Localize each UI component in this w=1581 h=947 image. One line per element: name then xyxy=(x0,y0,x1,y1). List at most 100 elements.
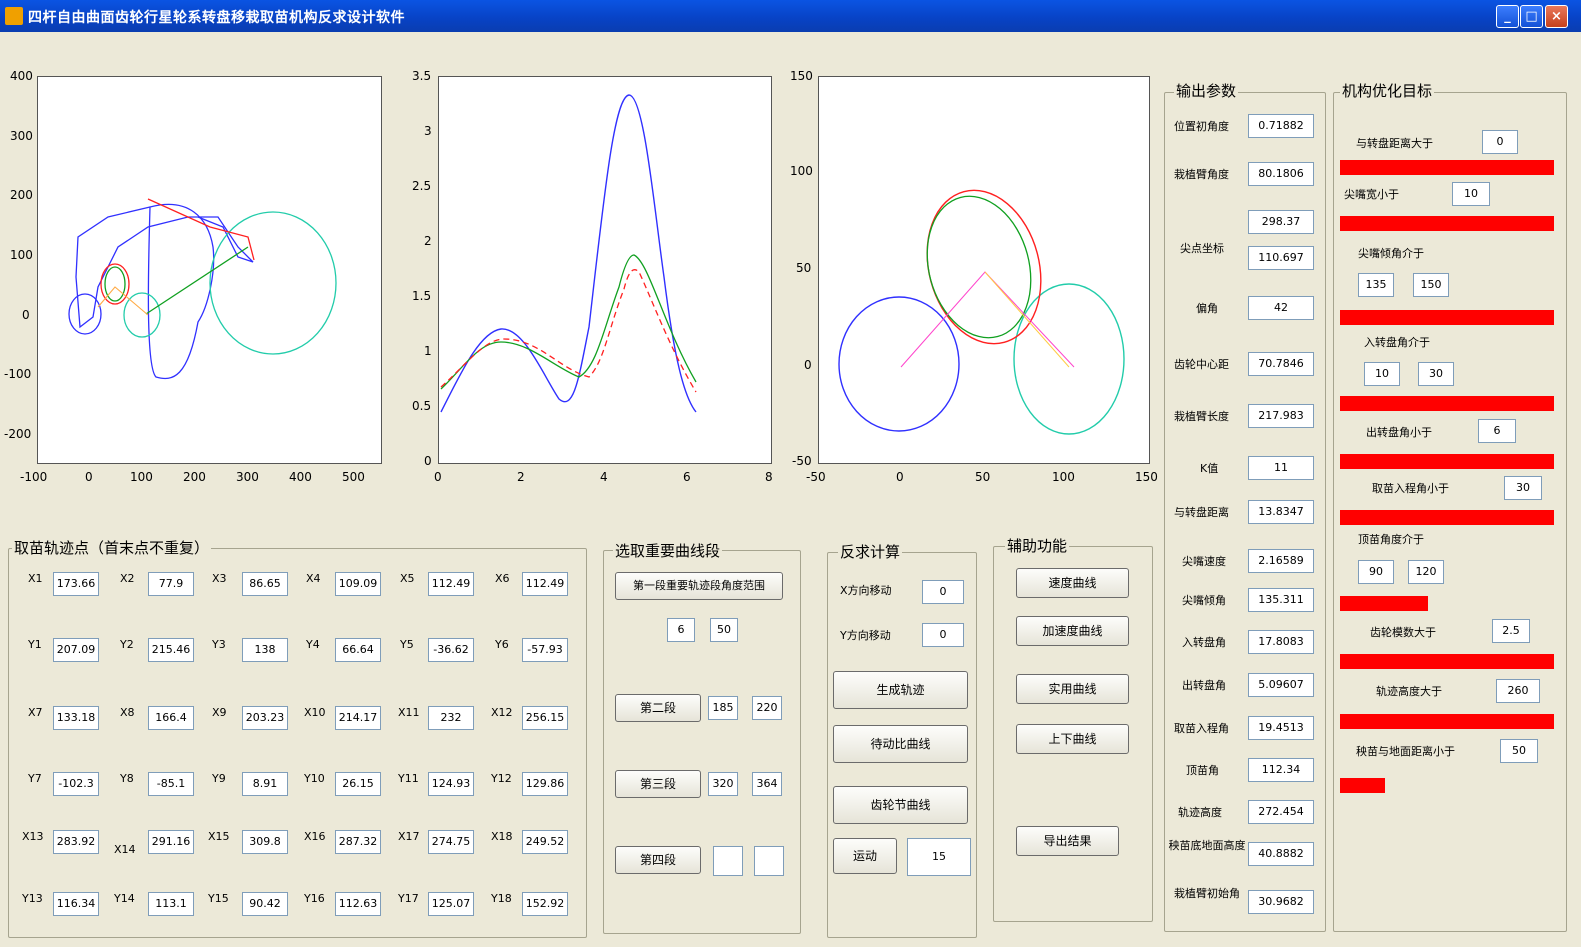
point-field[interactable]: 287.32 xyxy=(335,830,381,854)
point-field[interactable]: 215.46 xyxy=(148,638,194,662)
point-field[interactable]: 283.92 xyxy=(53,830,99,854)
segment2-start-field[interactable]: 185 xyxy=(708,696,738,720)
point-field[interactable]: 138 xyxy=(242,638,288,662)
point-field[interactable]: 232 xyxy=(428,706,474,730)
point-field[interactable]: 152.92 xyxy=(522,892,568,916)
point-field[interactable]: 116.34 xyxy=(53,892,99,916)
point-field[interactable]: -57.93 xyxy=(522,638,568,662)
point-field[interactable]: 26.15 xyxy=(335,772,381,796)
point-field[interactable]: 66.64 xyxy=(335,638,381,662)
output-label: 栽植臂初始角 xyxy=(1174,887,1240,900)
second-segment-button[interactable]: 第二段 xyxy=(615,694,701,722)
output-value[interactable]: 17.8083 xyxy=(1248,630,1314,654)
point-field[interactable]: 133.18 xyxy=(53,706,99,730)
point-label: X5 xyxy=(400,572,415,585)
gear-pitch-curve-button[interactable]: 齿轮节曲线 xyxy=(833,786,968,824)
output-value[interactable]: 70.7846 xyxy=(1248,352,1314,376)
close-button[interactable]: × xyxy=(1545,5,1568,28)
output-value[interactable]: 110.697 xyxy=(1248,246,1314,270)
point-field[interactable]: 129.86 xyxy=(522,772,568,796)
point-field[interactable]: 112.49 xyxy=(522,572,568,596)
output-value[interactable]: 298.37 xyxy=(1248,210,1314,234)
point-field[interactable]: 166.4 xyxy=(148,706,194,730)
point-field[interactable]: 113.1 xyxy=(148,892,194,916)
point-field[interactable]: 112.63 xyxy=(335,892,381,916)
animate-step-field[interactable]: 15 xyxy=(907,838,971,876)
goal-value[interactable]: 6 xyxy=(1478,419,1516,443)
point-field[interactable]: 86.65 xyxy=(242,572,288,596)
point-field[interactable]: 309.8 xyxy=(242,830,288,854)
x-shift-field[interactable]: 0 xyxy=(922,580,964,604)
point-field[interactable]: 256.15 xyxy=(522,706,568,730)
point-field[interactable]: 124.93 xyxy=(428,772,474,796)
point-field[interactable]: 112.49 xyxy=(428,572,474,596)
segment1-start-field[interactable]: 6 xyxy=(667,618,695,642)
segment1-end-field[interactable]: 50 xyxy=(710,618,738,642)
point-field[interactable]: -85.1 xyxy=(148,772,194,796)
goal-value[interactable]: 30 xyxy=(1504,476,1542,500)
output-value[interactable]: 135.311 xyxy=(1248,588,1314,612)
point-field[interactable]: 90.42 xyxy=(242,892,288,916)
animate-button[interactable]: 运动 xyxy=(833,838,897,874)
generate-trajectory-button[interactable]: 生成轨迹 xyxy=(833,671,968,709)
output-value[interactable]: 80.1806 xyxy=(1248,162,1314,186)
y-shift-field[interactable]: 0 xyxy=(922,623,964,647)
segment3-end-field[interactable]: 364 xyxy=(752,772,782,796)
first-segment-range-button[interactable]: 第一段重要轨迹段角度范围 xyxy=(615,572,783,600)
output-value[interactable]: 40.8882 xyxy=(1248,842,1314,866)
practical-curve-button[interactable]: 实用曲线 xyxy=(1016,674,1129,704)
point-label: X7 xyxy=(28,706,43,719)
window-title: 四杆自由曲面齿轮行星轮系转盘移栽取苗机构反求设计软件 xyxy=(28,10,405,26)
output-value[interactable]: 2.16589 xyxy=(1248,549,1314,573)
fourth-segment-button[interactable]: 第四段 xyxy=(615,846,701,874)
output-value[interactable]: 5.09607 xyxy=(1248,673,1314,697)
goal-value-max[interactable]: 120 xyxy=(1408,560,1444,584)
output-value[interactable]: 42 xyxy=(1248,296,1314,320)
output-value[interactable]: 272.454 xyxy=(1248,800,1314,824)
point-field[interactable]: 203.23 xyxy=(242,706,288,730)
output-value[interactable]: 0.71882 xyxy=(1248,114,1314,138)
segment4-start-field[interactable] xyxy=(713,846,743,876)
goal-value-max[interactable]: 30 xyxy=(1418,362,1454,386)
goal-value-min[interactable]: 135 xyxy=(1358,273,1394,297)
point-field[interactable]: 214.17 xyxy=(335,706,381,730)
point-field[interactable]: -102.3 xyxy=(53,772,99,796)
goal-value-min[interactable]: 10 xyxy=(1364,362,1400,386)
output-value[interactable]: 11 xyxy=(1248,456,1314,480)
minimize-button[interactable]: _ xyxy=(1496,5,1519,28)
output-value[interactable]: 30.9682 xyxy=(1248,890,1314,914)
goal-value[interactable]: 10 xyxy=(1452,182,1490,206)
output-value[interactable]: 13.8347 xyxy=(1248,500,1314,524)
point-field[interactable]: 291.16 xyxy=(148,830,194,854)
acceleration-curve-button[interactable]: 加速度曲线 xyxy=(1016,616,1129,646)
goal-value[interactable]: 50 xyxy=(1500,739,1538,763)
velocity-curve-button[interactable]: 速度曲线 xyxy=(1016,568,1129,598)
export-results-button[interactable]: 导出结果 xyxy=(1016,826,1119,856)
ratio-curve-button[interactable]: 待动比曲线 xyxy=(833,725,968,763)
point-label: Y6 xyxy=(495,638,509,651)
updown-curve-button[interactable]: 上下曲线 xyxy=(1016,724,1129,754)
output-label: 位置初角度 xyxy=(1174,120,1229,133)
output-value[interactable]: 19.4513 xyxy=(1248,716,1314,740)
point-field[interactable]: 125.07 xyxy=(428,892,474,916)
point-field[interactable]: 249.52 xyxy=(522,830,568,854)
goal-value-max[interactable]: 150 xyxy=(1413,273,1449,297)
point-field[interactable]: 173.66 xyxy=(53,572,99,596)
point-field[interactable]: 77.9 xyxy=(148,572,194,596)
segment2-end-field[interactable]: 220 xyxy=(752,696,782,720)
point-field[interactable]: 274.75 xyxy=(428,830,474,854)
output-value[interactable]: 217.983 xyxy=(1248,404,1314,428)
segment3-start-field[interactable]: 320 xyxy=(708,772,738,796)
segment4-end-field[interactable] xyxy=(754,846,784,876)
goal-value[interactable]: 260 xyxy=(1496,679,1540,703)
point-field[interactable]: 207.09 xyxy=(53,638,99,662)
point-field[interactable]: -36.62 xyxy=(428,638,474,662)
maximize-button[interactable]: □ xyxy=(1520,5,1543,28)
goal-value-min[interactable]: 90 xyxy=(1358,560,1394,584)
point-field[interactable]: 109.09 xyxy=(335,572,381,596)
third-segment-button[interactable]: 第三段 xyxy=(615,770,701,798)
goal-value[interactable]: 0 xyxy=(1482,130,1518,154)
goal-value[interactable]: 2.5 xyxy=(1492,619,1530,643)
output-value[interactable]: 112.34 xyxy=(1248,758,1314,782)
point-field[interactable]: 8.91 xyxy=(242,772,288,796)
